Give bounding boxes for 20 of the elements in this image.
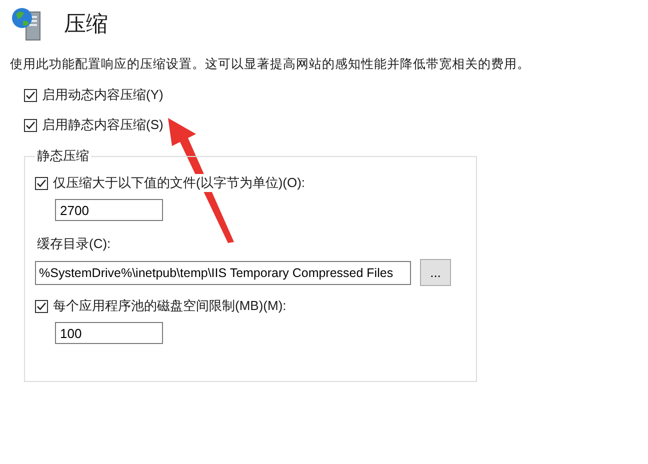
checkbox-label: 启用动态内容压缩(Y)	[42, 86, 164, 104]
checkbox[interactable]: 每个应用程序池的磁盘空间限制(MB)(M):	[35, 296, 286, 316]
checkbox-box[interactable]	[24, 118, 37, 132]
checkbox-box[interactable]	[35, 300, 48, 312]
field-label: 缓存目录(C):	[37, 235, 112, 253]
browse-button[interactable]: ...	[420, 259, 451, 286]
checkbox-box[interactable]	[35, 176, 48, 190]
group-legend: 静态压缩	[35, 147, 91, 165]
checkbox[interactable]: 仅压缩大于以下值的文件(以字节为单位)(O):	[35, 173, 306, 193]
path-field[interactable]: %SystemDrive%\inetpub\temp\IIS Temporary Compressed Files	[35, 260, 411, 284]
checkbox[interactable]: 启用静态内容压缩(S)	[24, 115, 164, 135]
description-text: 使用此功能配置响应的压缩设置。这可以显著提高网站的感知性能并降低带宽相关的费用。	[10, 56, 531, 73]
checkbox-label: 每个应用程序池的磁盘空间限制(MB)(M):	[53, 297, 286, 315]
checkbox-label: 仅压缩大于以下值的文件(以字节为单位)(O):	[53, 174, 306, 192]
input-field[interactable]: 2700	[55, 199, 163, 221]
checkbox-label: 启用静态内容压缩(S)	[42, 116, 164, 134]
input-field[interactable]: 100	[55, 322, 163, 344]
checkbox-box[interactable]	[24, 88, 37, 102]
checkbox[interactable]: 启用动态内容压缩(Y)	[24, 85, 164, 105]
page-title: 压缩	[64, 10, 108, 38]
